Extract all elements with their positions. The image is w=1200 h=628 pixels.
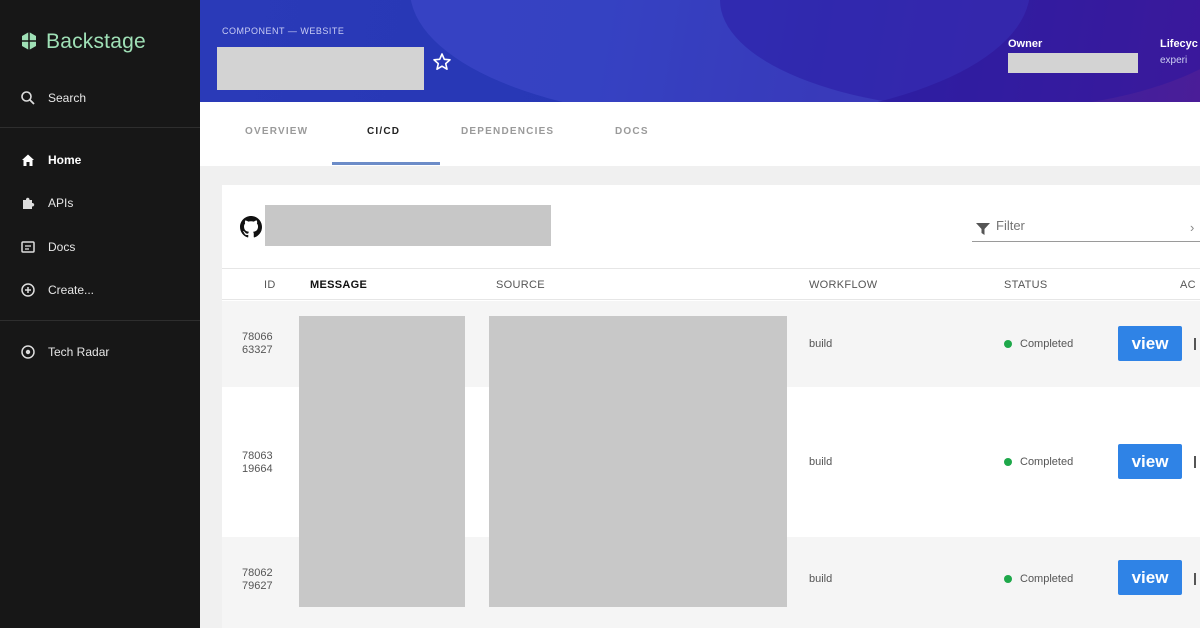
message-column-redacted bbox=[299, 316, 465, 607]
workflow-cell: build bbox=[809, 573, 833, 585]
home-icon bbox=[22, 154, 34, 166]
filter-icon bbox=[976, 222, 990, 240]
sidebar-item-tech-radar[interactable]: Tech Radar bbox=[20, 344, 109, 360]
search-icon bbox=[21, 91, 35, 105]
filter-underline bbox=[972, 241, 1200, 242]
sidebar-item-label: Docs bbox=[48, 240, 76, 254]
sidebar-item-label: Home bbox=[48, 153, 82, 167]
column-header-id[interactable]: ID bbox=[264, 279, 276, 291]
builds-card: › ID MESSAGE SOURCE WORKFLOW STATUS AC 7… bbox=[222, 185, 1200, 628]
table-header: ID MESSAGE SOURCE WORKFLOW STATUS AC bbox=[222, 268, 1200, 300]
page-title-redacted bbox=[217, 47, 424, 90]
lifecycle-value: experi bbox=[1160, 55, 1188, 66]
owner-label: Owner bbox=[1008, 38, 1043, 50]
column-header-status[interactable]: STATUS bbox=[1004, 279, 1048, 291]
sidebar-divider bbox=[0, 127, 200, 128]
column-header-source[interactable]: SOURCE bbox=[496, 279, 545, 291]
sidebar-item-home[interactable]: Home bbox=[20, 152, 81, 168]
build-id-part: 78066 bbox=[242, 331, 273, 343]
view-build-button[interactable]: view bbox=[1118, 326, 1182, 361]
status-success-dot-icon bbox=[1004, 458, 1012, 466]
tab-bar: OVERVIEW CI/CD DEPENDENCIES DOCS bbox=[200, 102, 1200, 166]
status-cell: Completed bbox=[1004, 573, 1073, 585]
chevron-right-icon[interactable]: › bbox=[1190, 220, 1194, 235]
repo-name-redacted bbox=[265, 205, 551, 246]
filter-input[interactable] bbox=[996, 218, 1196, 233]
build-id-part: 78063 bbox=[242, 450, 273, 462]
workflow-cell: build bbox=[809, 338, 833, 350]
sidebar-divider bbox=[0, 320, 200, 321]
build-id-part: 78062 bbox=[242, 567, 273, 579]
status-success-dot-icon bbox=[1004, 340, 1012, 348]
build-id-part: 63327 bbox=[242, 344, 273, 356]
backstage-logo-icon bbox=[22, 32, 36, 50]
column-header-workflow[interactable]: WORKFLOW bbox=[809, 279, 877, 291]
view-build-button[interactable]: view bbox=[1118, 560, 1182, 595]
view-build-button[interactable]: view bbox=[1118, 444, 1182, 479]
status-cell: Completed bbox=[1004, 456, 1073, 468]
status-label: Completed bbox=[1020, 456, 1074, 468]
sidebar-item-label: Tech Radar bbox=[48, 345, 110, 359]
sidebar-item-label: Create... bbox=[48, 283, 95, 297]
action-icon-partial[interactable] bbox=[1194, 338, 1200, 350]
logo-text: Backstage bbox=[46, 30, 146, 53]
sidebar: Backstage Search Home APIs Docs Create..… bbox=[0, 0, 200, 628]
radar-icon bbox=[21, 345, 35, 359]
puzzle-icon bbox=[23, 197, 35, 209]
build-id-part: 79627 bbox=[242, 580, 273, 592]
logo[interactable]: Backstage bbox=[18, 30, 146, 54]
active-tab-indicator bbox=[332, 162, 440, 165]
column-header-actions[interactable]: AC bbox=[1180, 279, 1196, 291]
page-header: COMPONENT — WEBSITE Owner Lifecyc experi bbox=[200, 0, 1200, 102]
action-icon-partial[interactable] bbox=[1194, 456, 1200, 468]
action-icon-partial[interactable] bbox=[1194, 573, 1200, 585]
tab-overview[interactable]: OVERVIEW bbox=[245, 126, 308, 137]
tab-docs[interactable]: DOCS bbox=[615, 126, 649, 137]
column-header-message[interactable]: MESSAGE bbox=[310, 279, 367, 291]
source-column-redacted bbox=[489, 316, 787, 607]
star-icon[interactable] bbox=[432, 52, 452, 77]
status-cell: Completed bbox=[1004, 338, 1073, 350]
workflow-cell: build bbox=[809, 456, 833, 468]
add-circle-icon bbox=[21, 283, 35, 297]
build-id: 78066 63327 bbox=[242, 331, 273, 357]
build-id: 78062 79627 bbox=[242, 567, 273, 593]
tab-ci-cd[interactable]: CI/CD bbox=[367, 126, 400, 137]
sidebar-item-apis[interactable]: APIs bbox=[20, 195, 73, 211]
search-nav[interactable]: Search bbox=[20, 90, 86, 106]
tab-dependencies[interactable]: DEPENDENCIES bbox=[461, 126, 554, 137]
lifecycle-label: Lifecyc bbox=[1160, 38, 1198, 50]
sidebar-item-create[interactable]: Create... bbox=[20, 282, 94, 298]
status-label: Completed bbox=[1020, 573, 1074, 585]
status-label: Completed bbox=[1020, 338, 1074, 350]
build-id: 78063 19664 bbox=[242, 450, 273, 476]
build-id-part: 19664 bbox=[242, 463, 273, 475]
owner-value-redacted bbox=[1008, 53, 1138, 73]
sidebar-item-docs[interactable]: Docs bbox=[20, 239, 75, 255]
search-label: Search bbox=[48, 91, 87, 105]
sidebar-item-label: APIs bbox=[48, 196, 74, 210]
status-success-dot-icon bbox=[1004, 575, 1012, 583]
github-icon bbox=[240, 216, 262, 243]
breadcrumb[interactable]: COMPONENT — WEBSITE bbox=[222, 26, 344, 36]
docs-icon bbox=[21, 241, 35, 253]
